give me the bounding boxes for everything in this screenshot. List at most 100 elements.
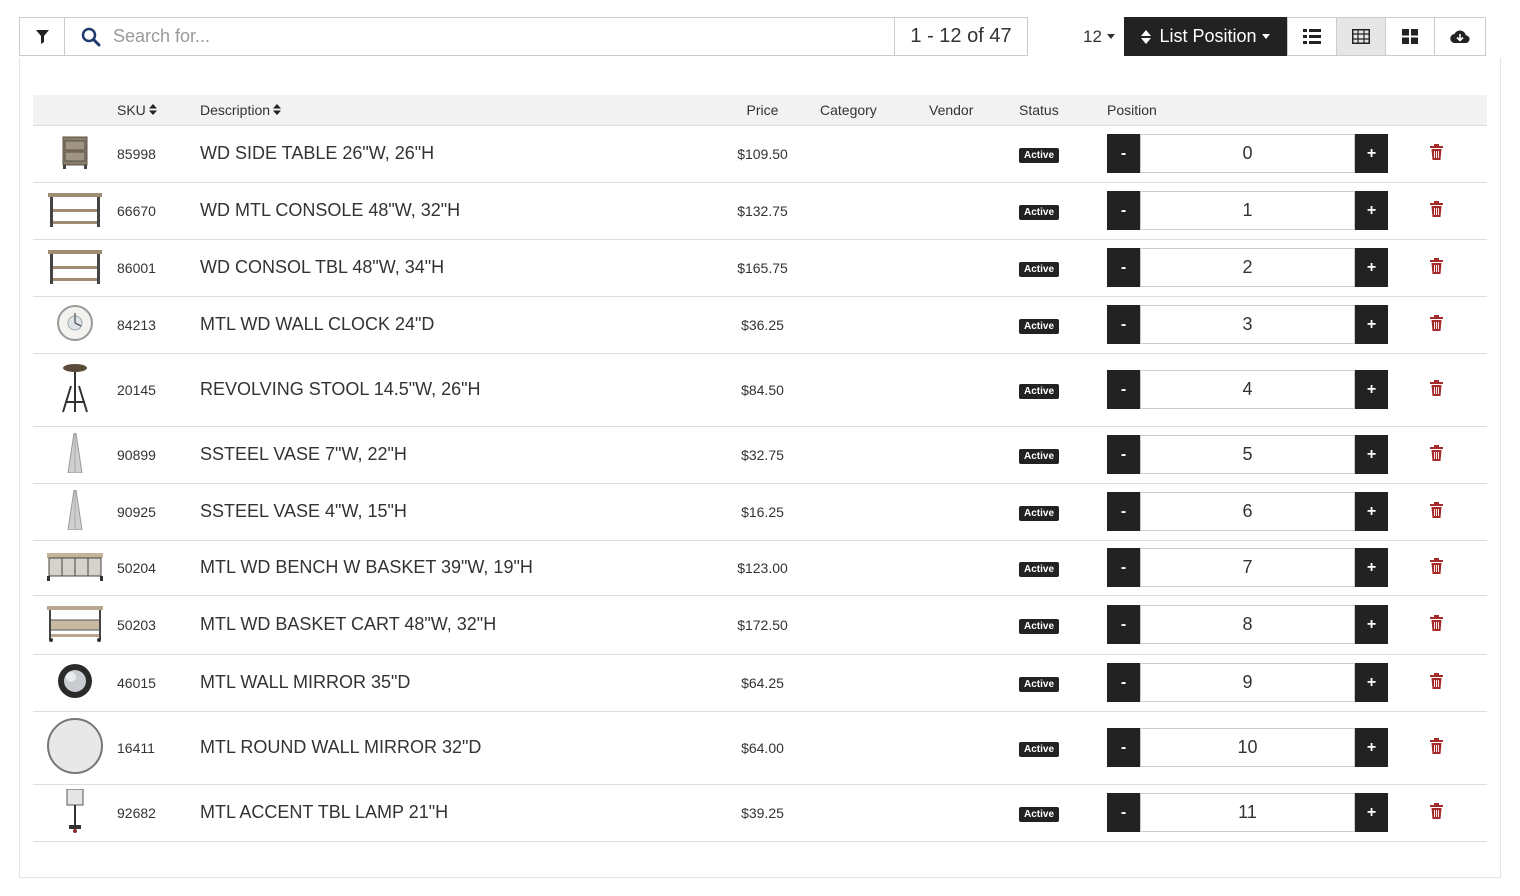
trash-icon[interactable] [1430, 803, 1443, 819]
increment-position-button[interactable]: + [1355, 248, 1388, 287]
position-cell: -+ [1107, 711, 1412, 785]
search-input[interactable] [111, 25, 875, 48]
position-input[interactable] [1140, 605, 1355, 644]
table-view-button[interactable] [1336, 17, 1386, 56]
position-input[interactable] [1140, 435, 1355, 474]
product-thumbnail [46, 604, 104, 645]
decrement-position-button[interactable]: - [1107, 134, 1140, 173]
delete-cell [1412, 426, 1487, 484]
product-thumbnail [56, 304, 94, 345]
delete-cell [1412, 711, 1487, 785]
increment-position-button[interactable]: + [1355, 305, 1388, 344]
increment-position-button[interactable]: + [1355, 605, 1388, 644]
delete-cell [1412, 125, 1487, 183]
filter-button[interactable] [19, 17, 65, 56]
description-cell: MTL ROUND WALL MIRROR 32"D [200, 711, 705, 785]
search-icon [81, 27, 101, 46]
decrement-position-button[interactable]: - [1107, 191, 1140, 230]
table-row: 86001 WD CONSOL TBL 48"W, 34"H $165.75 Acti… [33, 239, 1487, 297]
status-cell: Active [1019, 483, 1107, 541]
price-cell: $64.00 [705, 711, 820, 785]
vendor-cell [929, 483, 1019, 541]
increment-position-button[interactable]: + [1355, 191, 1388, 230]
sku-cell: 20145 [117, 353, 200, 427]
increment-position-button[interactable]: + [1355, 134, 1388, 173]
trash-icon[interactable] [1430, 445, 1443, 461]
product-thumbnail [47, 248, 103, 287]
decrement-position-button[interactable]: - [1107, 370, 1140, 409]
trash-icon[interactable] [1430, 258, 1443, 274]
grid-icon [1402, 29, 1418, 44]
description-cell: WD SIDE TABLE 26"W, 26"H [200, 125, 705, 183]
vendor-cell [929, 182, 1019, 240]
position-input[interactable] [1140, 548, 1355, 587]
list-view-button[interactable] [1287, 17, 1337, 56]
position-input[interactable] [1140, 492, 1355, 531]
sku-cell: 90925 [117, 483, 200, 541]
trash-icon[interactable] [1430, 380, 1443, 396]
table-row: 46015MTL WALL MIRROR 35"D$64.25Active-+ [33, 654, 1487, 712]
sort-label: List Position [1159, 26, 1257, 46]
trash-icon[interactable] [1430, 201, 1443, 217]
increment-position-button[interactable]: + [1355, 793, 1388, 832]
table-icon [1352, 29, 1370, 44]
increment-position-button[interactable]: + [1355, 435, 1388, 474]
position-input[interactable] [1140, 191, 1355, 230]
decrement-position-button[interactable]: - [1107, 548, 1140, 587]
trash-icon[interactable] [1430, 558, 1443, 574]
status-cell: Active [1019, 125, 1107, 183]
vendor-cell [929, 353, 1019, 427]
decrement-position-button[interactable]: - [1107, 492, 1140, 531]
increment-position-button[interactable]: + [1355, 548, 1388, 587]
per-page-value: 12 [1083, 26, 1102, 46]
product-thumbnail [55, 362, 95, 417]
decrement-position-button[interactable]: - [1107, 305, 1140, 344]
product-thumbnail [64, 788, 86, 836]
delete-cell [1412, 483, 1487, 541]
download-button[interactable] [1434, 17, 1486, 56]
increment-position-button[interactable]: + [1355, 492, 1388, 531]
trash-icon[interactable] [1430, 502, 1443, 518]
increment-position-button[interactable]: + [1355, 728, 1388, 767]
status-cell: Active [1019, 784, 1107, 842]
position-input[interactable] [1140, 793, 1355, 832]
sku-header-label: SKU [117, 101, 146, 118]
description-column-header[interactable]: Description [200, 95, 705, 126]
position-input[interactable] [1140, 134, 1355, 173]
category-cell [820, 353, 929, 427]
position-input[interactable] [1140, 305, 1355, 344]
decrement-position-button[interactable]: - [1107, 605, 1140, 644]
trash-icon[interactable] [1430, 615, 1443, 631]
increment-position-button[interactable]: + [1355, 663, 1388, 702]
price-header-label: Price [746, 101, 779, 118]
sort-icon [1141, 29, 1152, 44]
trash-icon[interactable] [1430, 738, 1443, 754]
status-cell: Active [1019, 182, 1107, 240]
table-row: 66670 WD MTL CONSOLE 48"W, 32"H $132.75 Act… [33, 182, 1487, 240]
decrement-position-button[interactable]: - [1107, 793, 1140, 832]
price-cell: $165.75 [705, 239, 820, 297]
trash-icon[interactable] [1430, 673, 1443, 689]
trash-icon[interactable] [1430, 144, 1443, 160]
status-badge: Active [1019, 806, 1060, 822]
position-input[interactable] [1140, 728, 1355, 767]
position-cell: -+ [1107, 426, 1412, 484]
category-cell [820, 784, 929, 842]
sort-dropdown[interactable]: List Position [1124, 17, 1287, 56]
position-input[interactable] [1140, 370, 1355, 409]
sort-icon [273, 103, 282, 115]
trash-icon[interactable] [1430, 315, 1443, 331]
decrement-position-button[interactable]: - [1107, 728, 1140, 767]
grid-view-button[interactable] [1385, 17, 1435, 56]
decrement-position-button[interactable]: - [1107, 435, 1140, 474]
decrement-position-button[interactable]: - [1107, 248, 1140, 287]
position-input[interactable] [1140, 663, 1355, 702]
increment-position-button[interactable]: + [1355, 370, 1388, 409]
decrement-position-button[interactable]: - [1107, 663, 1140, 702]
description-cell: MTL WD BASKET CART 48"W, 32"H [200, 595, 705, 655]
price-cell: $39.25 [705, 784, 820, 842]
delete-cell [1412, 353, 1487, 427]
position-stepper: -+ [1107, 793, 1412, 832]
sku-column-header[interactable]: SKU [117, 95, 200, 126]
position-input[interactable] [1140, 248, 1355, 287]
